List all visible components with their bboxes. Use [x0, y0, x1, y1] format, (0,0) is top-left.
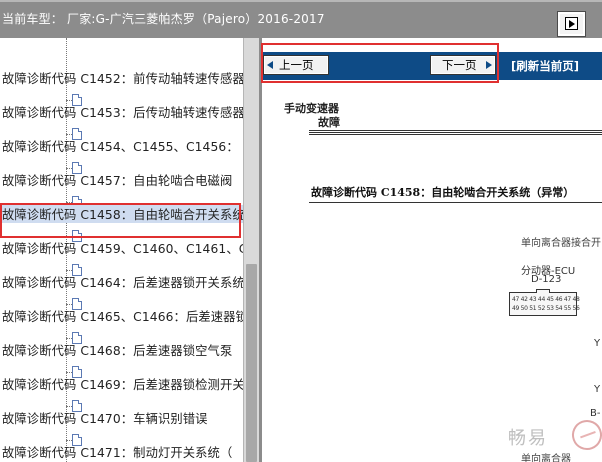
tree-item-c1457[interactable]: 故障诊断代码 C1457：自由轮啮合电磁阀	[0, 168, 243, 190]
tree-item-label: 故障诊断代码 C1452：前传动轴转速传感器	[2, 72, 243, 86]
refresh-page-link[interactable]: [刷新当前页]	[511, 58, 579, 74]
tree-item-c1470[interactable]: 故障诊断代码 C1470：车辆识别错误	[0, 406, 243, 428]
doc-section-title: 故障诊断代码 C1458：自由轮啮合开关系统（异常）	[311, 186, 575, 199]
tree-item-label: 故障诊断代码 C1453：后传动轴转速传感器	[2, 106, 243, 120]
doc-rule	[309, 134, 602, 135]
tree-item-label: 故障诊断代码 C1469：后差速器锁检测开关	[2, 378, 243, 392]
tree-item-label: 故障诊断代码 C1465、C1466：后差速器锁	[2, 310, 243, 324]
tree-item-label: 故障诊断代码 C1464：后差速器锁开关系统	[2, 276, 243, 290]
diagram-caption: 单向离合器接合开	[521, 238, 601, 249]
wire-color-b: B-	[590, 408, 601, 419]
tree-scrollbar[interactable]	[243, 38, 259, 462]
tree-item-label: 故障诊断代码 C1457：自由轮啮合电磁阀	[2, 174, 233, 188]
doc-rule	[309, 132, 602, 133]
tree-item-label: 故障诊断代码 C1471：制动灯开关系统（	[2, 446, 233, 460]
connector-pins-row1: 47 42 43 44 45 46 47 48	[512, 296, 580, 303]
highlight-navbar	[261, 43, 499, 83]
watermark-text: 畅易	[508, 428, 548, 449]
diagram-bottom-caption: 单向离合器	[521, 454, 571, 462]
tree-item-c1454[interactable]: 故障诊断代码 C1454、C1455、C1456：	[0, 134, 243, 156]
tree-item-c1464[interactable]: 故障诊断代码 C1464：后差速器锁开关系统	[0, 270, 243, 292]
scrollbar-thumb[interactable]	[246, 264, 257, 462]
connector-pins-row2: 49 50 51 52 53 54 55 56	[512, 305, 580, 312]
doc-rule	[309, 202, 602, 203]
tree-item-c1469[interactable]: 故障诊断代码 C1469：后差速器锁检测开关	[0, 372, 243, 394]
tree-item-c1471[interactable]: 故障诊断代码 C1471：制动灯开关系统（	[0, 440, 243, 462]
doc-rule	[309, 130, 602, 131]
wire-color-y: Y	[594, 384, 601, 395]
tree-item-c1459[interactable]: 故障诊断代码 C1459、C1460、C1461、C	[0, 236, 243, 258]
tree-item-c1465[interactable]: 故障诊断代码 C1465、C1466：后差速器锁	[0, 304, 243, 326]
tree-item-label: 故障诊断代码 C1470：车辆识别错误	[2, 412, 208, 426]
highlight-selected-item	[0, 203, 241, 238]
tree-item-label: 故障诊断代码 C1468：后差速器锁空气泵	[2, 344, 233, 358]
tree-item-c1453[interactable]: 故障诊断代码 C1453：后传动轴转速传感器	[0, 100, 243, 122]
expand-panel-button[interactable]	[557, 11, 586, 37]
fault-code-tree: 故障诊断代码 C1452：前传动轴转速传感器 故障诊断代码 C1453：后传动轴…	[0, 38, 243, 462]
connector-diagram: 47 42 43 44 45 46 47 48 49 50 51 52 53 5…	[509, 289, 580, 316]
tree-item-label: 故障诊断代码 C1459、C1460、C1461、C	[2, 242, 243, 256]
header-strip	[0, 0, 602, 2]
tree-item-label: 故障诊断代码 C1454、C1455、C1456：	[2, 140, 239, 154]
expand-icon	[565, 17, 578, 30]
wire-color-y: Y	[594, 338, 601, 349]
top-header: 当前车型： 厂家:G-广汽三菱帕杰罗（Pajero）2016-2017	[0, 0, 602, 38]
doc-subheading: 故障	[318, 116, 340, 129]
current-vehicle-title: 当前车型： 厂家:G-广汽三菱帕杰罗（Pajero）2016-2017	[2, 12, 325, 26]
connector-tab	[536, 289, 550, 293]
tree-item-c1452[interactable]: 故障诊断代码 C1452：前传动轴转速传感器	[0, 66, 243, 88]
tree-item-c1468[interactable]: 故障诊断代码 C1468：后差速器锁空气泵	[0, 338, 243, 360]
ecu-connector-id: D-123	[531, 274, 562, 285]
